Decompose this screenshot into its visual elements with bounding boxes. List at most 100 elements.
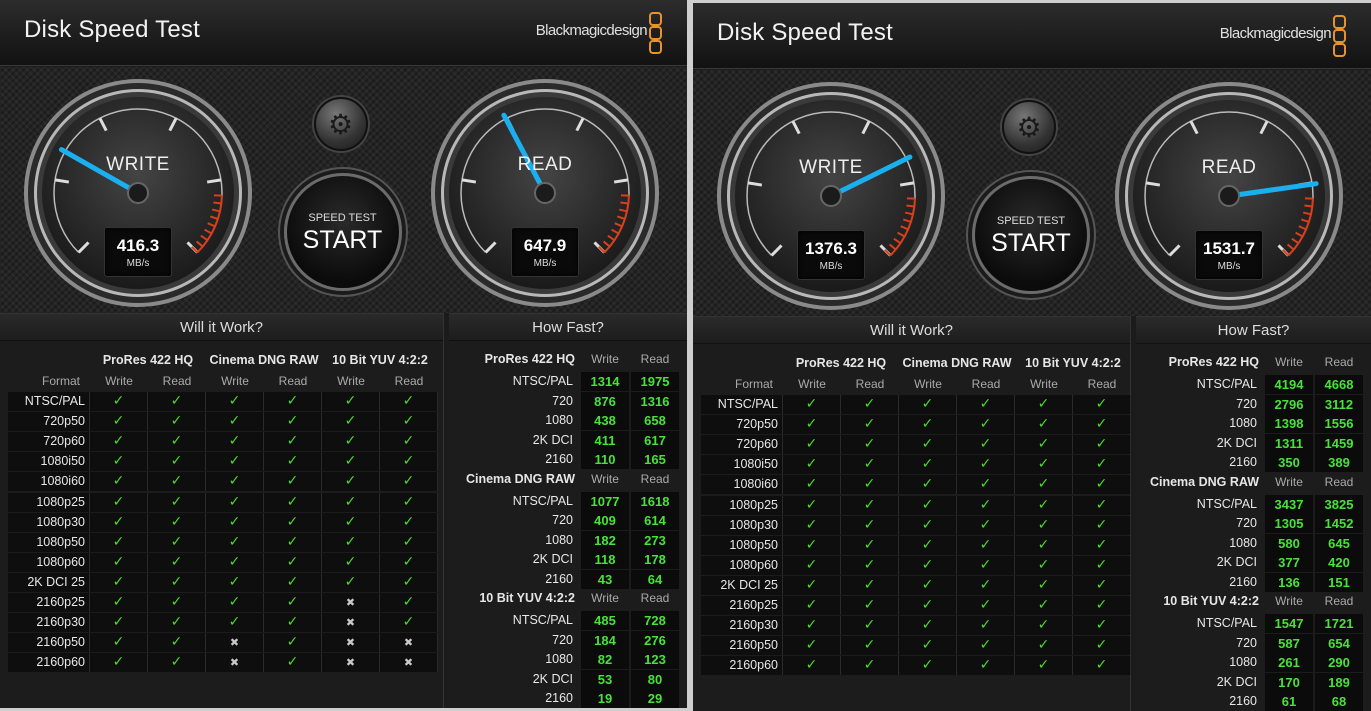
write-speed-cell: 485 [581, 611, 629, 630]
checkmark-icon: ✓ [899, 516, 957, 535]
write-column-header: Write [1265, 355, 1313, 369]
write-speed-cell: 1398 [1265, 414, 1313, 433]
checkmark-icon: ✓ [206, 513, 264, 532]
write-speed-cell: 19 [581, 689, 629, 708]
how-fast-format-label: NTSC/PAL [1136, 616, 1257, 630]
checkmark-icon: ✓ [90, 633, 148, 652]
read-column-header: Read [1315, 594, 1363, 608]
write-column-header: Write [1265, 475, 1313, 489]
start-button-label: START [287, 226, 399, 255]
read-column-header: Read [1315, 355, 1363, 369]
start-button[interactable]: SPEED TESTSTART [284, 173, 402, 291]
write-speed-cell: 82 [581, 650, 629, 669]
checkmark-icon: ✓ [1015, 496, 1073, 515]
checkmark-icon: ✓ [380, 392, 438, 411]
how-fast-format-label: 2160 [1136, 455, 1257, 469]
checkmark-icon: ✓ [899, 556, 957, 575]
disk-speed-test-window-1: ×Disk Speed TestBlackmagicdesignWRITE416… [0, 0, 687, 708]
how-fast-format-label: 1080 [1136, 536, 1257, 550]
settings-button[interactable]: ⚙ [314, 97, 368, 151]
checkmark-icon: ✓ [264, 493, 322, 512]
checkmark-icon: ✓ [957, 596, 1015, 615]
write-speed-unit: MB/s [798, 261, 864, 272]
checkmark-icon: ✓ [957, 496, 1015, 515]
checkmark-icon: ✓ [380, 533, 438, 552]
write-speed-cell: 118 [581, 550, 629, 569]
logo-icon [1333, 29, 1346, 43]
settings-button[interactable]: ⚙ [1002, 100, 1056, 154]
app-title: Disk Speed Test [717, 19, 893, 47]
write-speed-cell: 261 [1265, 653, 1313, 672]
checkmark-icon: ✓ [1073, 455, 1131, 474]
checkmark-icon: ✓ [264, 392, 322, 411]
checkmark-icon: ✓ [1015, 395, 1073, 414]
table-row: 2K DCI 25✓✓✓✓✓✓ [8, 573, 438, 592]
read-speed-unit: MB/s [512, 258, 578, 269]
checkmark-icon: ✓ [90, 412, 148, 431]
write-column-header: Write [90, 374, 148, 388]
cross-icon: ✖ [380, 653, 438, 672]
checkmark-icon: ✓ [206, 593, 264, 612]
checkmark-icon: ✓ [380, 513, 438, 532]
checkmark-icon: ✓ [380, 493, 438, 512]
checkmark-icon: ✓ [783, 415, 841, 434]
read-speed-cell: 617 [631, 431, 679, 450]
write-column-header: Write [206, 374, 264, 388]
checkmark-icon: ✓ [899, 616, 957, 635]
checkmark-icon: ✓ [783, 636, 841, 655]
read-speed-cell: 4668 [1315, 375, 1363, 394]
gear-icon: ⚙ [328, 108, 353, 141]
read-speed-cell: 654 [1315, 634, 1363, 653]
checkmark-icon: ✓ [148, 472, 206, 491]
read-speed-cell: 658 [631, 411, 679, 430]
how-fast-format-label: NTSC/PAL [449, 374, 573, 388]
read-column-header: Read [957, 377, 1015, 391]
write-speed-cell: 411 [581, 431, 629, 450]
checkmark-icon: ✓ [1015, 516, 1073, 535]
checkmark-icon: ✓ [90, 432, 148, 451]
checkmark-icon: ✓ [899, 596, 957, 615]
read-speed-value: 647.9 [512, 236, 578, 256]
checkmark-icon: ✓ [899, 656, 957, 675]
format-label: 2160p25 [701, 596, 783, 615]
how-fast-format-label: NTSC/PAL [449, 494, 573, 508]
write-speed-unit: MB/s [105, 258, 171, 269]
how-fast-format-label: 2160 [449, 691, 573, 705]
how-fast-group-title: Cinema DNG RAW [1138, 475, 1259, 489]
checkmark-icon: ✓ [148, 392, 206, 411]
table-row: 1080p25✓✓✓✓✓✓ [8, 493, 438, 512]
start-button[interactable]: SPEED TESTSTART [972, 176, 1090, 294]
logo-icon [1333, 15, 1346, 29]
checkmark-icon: ✓ [841, 536, 899, 555]
write-speed-cell: 876 [581, 392, 629, 411]
table-row: 2160p50✓✓✖✓✖✖ [8, 633, 438, 652]
read-label: READ [1113, 157, 1345, 179]
format-label: 720p60 [701, 435, 783, 454]
checkmark-icon: ✓ [957, 636, 1015, 655]
table-row: 2160p60✓✓✖✓✖✖ [8, 653, 438, 672]
checkmark-icon: ✓ [841, 636, 899, 655]
checkmark-icon: ✓ [1073, 475, 1131, 494]
format-label: 1080p25 [8, 493, 90, 512]
checkmark-icon: ✓ [1015, 415, 1073, 434]
checkmark-icon: ✓ [783, 435, 841, 454]
checkmark-icon: ✓ [264, 633, 322, 652]
checkmark-icon: ✓ [322, 533, 380, 552]
will-it-work-header: Will it Work? [0, 313, 443, 341]
how-fast-format-label: 2K DCI [449, 552, 573, 566]
format-label: 1080p50 [701, 536, 783, 555]
table-row: 2160p30✓✓✓✓✖✓ [8, 613, 438, 632]
codec-header: ProRes 422 HQ [777, 356, 905, 370]
write-speed-cell: 1314 [581, 372, 629, 391]
codec-header: Cinema DNG RAW [893, 356, 1021, 370]
read-column-header: Read [841, 377, 899, 391]
read-speed-cell: 1975 [631, 372, 679, 391]
logo-icon [649, 12, 662, 26]
table-row: 1080p30✓✓✓✓✓✓ [8, 513, 438, 532]
write-speed-cell: 409 [581, 511, 629, 530]
how-fast-header: How Fast? [449, 313, 687, 341]
format-label: 720p60 [8, 432, 90, 451]
cross-icon: ✖ [322, 613, 380, 632]
brand-logo-text: Blackmagicdesign [1220, 25, 1331, 42]
checkmark-icon: ✓ [957, 395, 1015, 414]
